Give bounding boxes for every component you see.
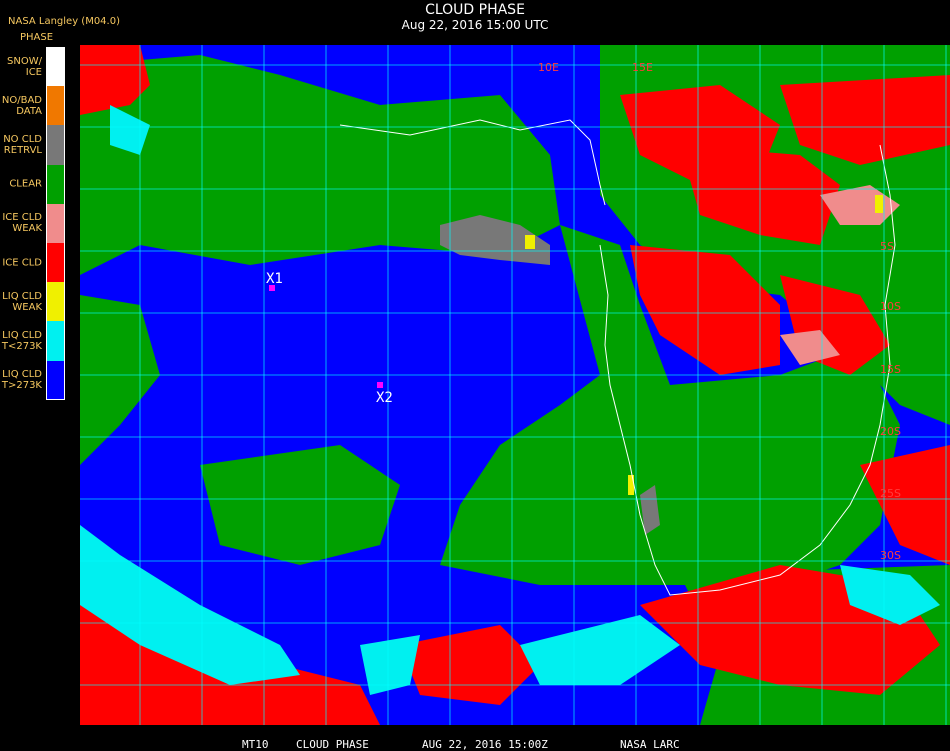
marker-label: X2 (376, 390, 393, 406)
cloud-phase-map-svg: 5S 10S 15S 20S 25S 30S 10E 15E X1 X2 (80, 45, 950, 725)
longitude-label: 15E (632, 61, 653, 74)
legend-label: LIQ CLD T<273K (1, 329, 42, 352)
latitude-label: 15S (880, 363, 901, 376)
legend-label: SNOW/ ICE (7, 55, 42, 78)
producer-label: NASA Langley (M04.0) (8, 16, 120, 27)
footer-product: CLOUD PHASE (296, 738, 369, 751)
footer-source: NASA LARC (620, 738, 680, 751)
marker-label: X1 (266, 271, 283, 287)
latitude-label: 5S (880, 240, 894, 253)
legend-label: CLEAR (9, 178, 42, 190)
latitude-label: 10S (880, 300, 901, 313)
legend-label: NO CLD RETRVL (3, 133, 42, 156)
liquid-cloud-weak-region (875, 195, 883, 213)
latitude-label: 25S (880, 487, 901, 500)
legend-label: NO/BAD DATA (1, 94, 42, 117)
legend-label: ICE CLD (2, 257, 42, 269)
latitude-label: 30S (880, 549, 901, 562)
map-timestamp: Aug 22, 2016 15:00 UTC (401, 18, 549, 32)
footer-id: MT10 (242, 738, 269, 751)
legend-title: PHASE (20, 32, 54, 43)
legend-label: LIQ CLD T>273K (1, 369, 42, 392)
marker-point (377, 382, 383, 388)
longitude-label: 10E (538, 61, 559, 74)
legend-label: LIQ CLD WEAK (2, 290, 42, 313)
latitude-label: 20S (880, 425, 901, 438)
legend-label: ICE CLD WEAK (2, 212, 42, 235)
legend-frame (46, 47, 65, 400)
satellite-map: 5S 10S 15S 20S 25S 30S 10E 15E X1 X2 (80, 45, 950, 725)
map-title: CLOUD PHASE (425, 2, 525, 18)
footer-datetime: AUG 22, 2016 15:00Z (422, 738, 548, 751)
liquid-cloud-weak-region (525, 235, 535, 249)
